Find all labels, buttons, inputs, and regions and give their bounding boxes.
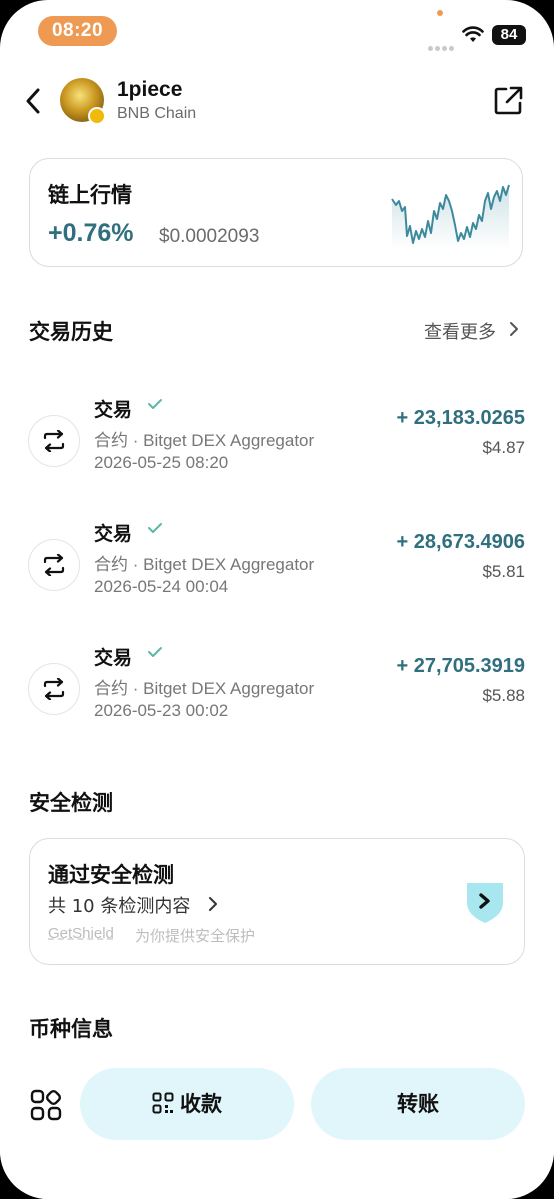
market-card[interactable]: 链上行情 +0.76% $0.0002093	[29, 158, 523, 267]
token-name: 1piece	[117, 78, 183, 101]
chain-badge-icon	[88, 107, 106, 125]
history-title: 交易历史	[29, 320, 113, 344]
shield-icon	[467, 883, 503, 923]
see-more-link[interactable]: 查看更多	[424, 318, 496, 344]
receive-button[interactable]: 收款	[80, 1068, 294, 1140]
screen: 08:20 84 1piece BNB Chain 链上行情 +0.76% $0…	[0, 0, 554, 1199]
share-icon[interactable]	[493, 84, 523, 116]
market-title: 链上行情	[48, 183, 132, 207]
recording-dot	[437, 10, 443, 16]
check-icon	[148, 523, 162, 533]
transaction-row[interactable]: 交易 合约 · Bitget DEX Aggregator 2026-05-24…	[0, 519, 554, 609]
security-provider-text: 为你提供安全保护	[135, 927, 256, 945]
swap-icon	[28, 415, 80, 467]
transaction-row[interactable]: 交易 合约 · Bitget DEX Aggregator 2026-05-23…	[0, 643, 554, 733]
tx-date: 2026-05-24 00:04	[94, 577, 229, 596]
bottom-action-bar: 收款 转账	[0, 1056, 554, 1199]
tx-type: 交易	[94, 647, 133, 669]
price-change: +0.76%	[48, 219, 134, 247]
tx-amount: + 27,705.3919	[396, 655, 525, 677]
swap-icon	[28, 539, 80, 591]
price-sparkline	[391, 184, 510, 249]
tx-contract: 合约 · Bitget DEX Aggregator	[94, 555, 315, 574]
check-icon	[148, 399, 162, 409]
tx-amount: + 28,673.4906	[396, 531, 525, 553]
tx-date: 2026-05-25 08:20	[94, 453, 229, 472]
tx-type: 交易	[94, 523, 133, 545]
apps-grid-icon[interactable]	[30, 1089, 62, 1121]
tx-type: 交易	[94, 399, 133, 421]
tx-contract: 合约 · Bitget DEX Aggregator	[94, 679, 315, 698]
tx-usd-value: $4.87	[482, 438, 525, 457]
tx-usd-value: $5.81	[482, 562, 525, 581]
security-title: 安全检测	[29, 791, 113, 815]
transaction-row[interactable]: 交易 合约 · Bitget DEX Aggregator 2026-05-25…	[0, 395, 554, 485]
security-check-count[interactable]: 共 10 条检测内容	[48, 892, 190, 918]
transfer-button[interactable]: 转账	[311, 1068, 525, 1140]
security-provider[interactable]: GetShield	[48, 925, 114, 942]
check-icon	[148, 647, 162, 657]
current-price: $0.0002093	[159, 226, 260, 247]
back-arrow-icon[interactable]	[22, 86, 46, 116]
receive-label: 收款	[180, 1092, 222, 1116]
token-chain: BNB Chain	[117, 105, 197, 122]
security-status: 通过安全检测	[48, 863, 174, 887]
status-time: 08:20	[38, 16, 117, 46]
transfer-label: 转账	[397, 1092, 439, 1116]
coin-info-title: 币种信息	[29, 1017, 113, 1041]
tx-amount: + 23,183.0265	[396, 407, 525, 429]
tx-date: 2026-05-23 00:02	[94, 701, 229, 720]
wifi-icon	[462, 26, 484, 42]
tx-usd-value: $5.88	[482, 686, 525, 705]
signal-icon	[428, 36, 456, 55]
security-card[interactable]: 通过安全检测 共 10 条检测内容 GetShield 为你提供安全保护	[29, 838, 525, 965]
tx-contract: 合约 · Bitget DEX Aggregator	[94, 431, 315, 450]
battery-indicator: 84	[492, 25, 526, 45]
chevron-right-icon[interactable]	[208, 896, 218, 912]
qr-code-icon	[152, 1092, 174, 1114]
chevron-right-icon[interactable]	[509, 321, 519, 337]
swap-icon	[28, 663, 80, 715]
